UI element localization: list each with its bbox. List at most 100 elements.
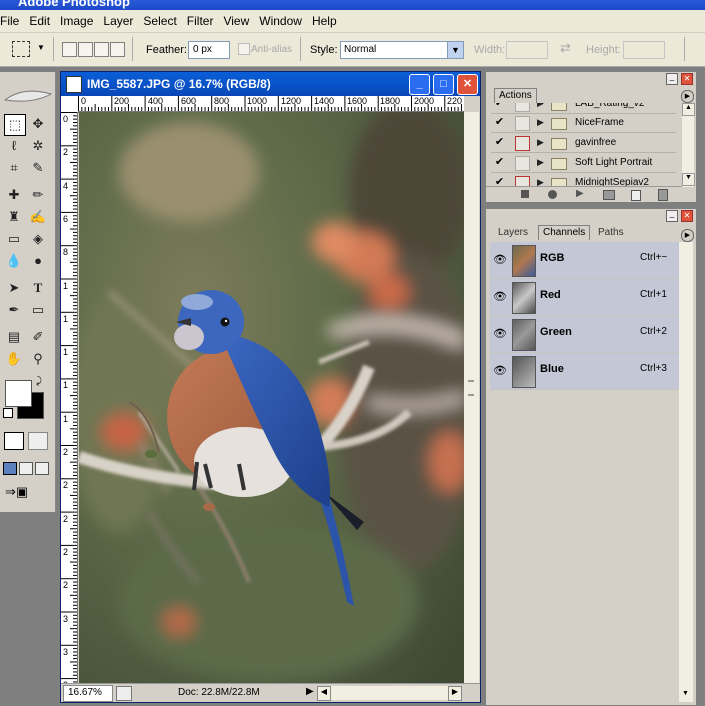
palette-close-icon[interactable]: ✕ <box>681 210 693 222</box>
clone-stamp-icon[interactable]: ♜ <box>4 207 24 227</box>
palette-minimize-icon[interactable]: _ <box>666 73 678 85</box>
action-row[interactable]: ✔ ▶ MidnightSepiav2 <box>491 173 676 187</box>
tab-actions[interactable]: Actions <box>494 88 537 103</box>
blur-tool-icon[interactable]: 💧 <box>4 251 24 271</box>
move-tool-icon[interactable]: ✥ <box>28 114 48 134</box>
status-arrow-icon[interactable]: ▶ <box>306 686 314 697</box>
marquee-tool-icon[interactable]: ⬚ <box>4 114 26 136</box>
menu-view[interactable]: View <box>218 10 254 32</box>
image-canvas[interactable] <box>79 112 464 683</box>
expand-triangle-icon[interactable]: ▶ <box>537 103 544 113</box>
dialog-toggle-icon[interactable] <box>515 136 530 151</box>
feather-logo-icon[interactable] <box>3 82 53 110</box>
scroll-right-icon[interactable]: ▶ <box>448 686 462 701</box>
new-action-icon[interactable] <box>631 190 641 201</box>
notes-tool-icon[interactable]: ▤ <box>4 327 24 347</box>
menu-select[interactable]: Select <box>138 10 181 32</box>
palette-minimize-icon[interactable]: _ <box>666 210 678 222</box>
palette-menu-icon[interactable]: ▶ <box>681 229 694 242</box>
style-select[interactable]: Normal ▼ <box>340 41 464 59</box>
width-input[interactable] <box>506 41 548 59</box>
default-colors-icon[interactable] <box>3 408 13 418</box>
eye-icon[interactable]: 👁 <box>493 290 507 304</box>
document-title-bar[interactable]: IMG_5587.JPG @ 16.7% (RGB/8) _ □ ✕ <box>61 72 480 96</box>
menu-help[interactable]: Help <box>307 10 342 32</box>
eye-icon[interactable]: 👁 <box>493 364 507 378</box>
maximize-icon[interactable]: □ <box>433 74 454 95</box>
screen-mode-menu-icon[interactable] <box>19 462 33 475</box>
add-selection-icon[interactable] <box>78 42 93 57</box>
type-tool-icon[interactable]: T <box>28 278 48 298</box>
eye-icon[interactable]: 👁 <box>493 327 507 341</box>
zoom-field[interactable]: 16.67% <box>63 685 113 702</box>
tab-channels[interactable]: Channels <box>538 225 591 240</box>
shape-tool-icon[interactable]: ▭ <box>28 300 48 320</box>
pen-tool-icon[interactable]: ✒ <box>4 300 24 320</box>
dialog-toggle-icon[interactable] <box>515 156 530 171</box>
zoom-tool-icon[interactable]: ⚲ <box>28 349 48 369</box>
scroll-down-icon[interactable]: ▼ <box>680 690 691 700</box>
subtract-selection-icon[interactable] <box>94 42 109 57</box>
feather-input[interactable]: 0 px <box>188 41 230 59</box>
channels-scrollbar[interactable]: ▼ <box>679 242 693 702</box>
eraser-tool-icon[interactable]: ▭ <box>4 229 24 249</box>
close-icon[interactable]: ✕ <box>457 74 478 95</box>
scroll-up-icon[interactable]: ▲ <box>682 103 695 116</box>
path-select-icon[interactable]: ➤ <box>4 278 24 298</box>
screen-mode-full-icon[interactable] <box>35 462 49 475</box>
foreground-color-swatch[interactable] <box>5 380 32 407</box>
channel-row-red[interactable]: 👁 Red Ctrl+1 <box>490 279 680 316</box>
minimize-icon[interactable]: _ <box>409 74 430 95</box>
new-set-icon[interactable] <box>603 190 615 200</box>
swap-colors-icon[interactable]: ⤸ <box>36 376 42 387</box>
magic-wand-icon[interactable]: ✲ <box>28 136 48 156</box>
vertical-scrollbar[interactable] <box>464 112 479 686</box>
paint-bucket-icon[interactable]: ◈ <box>28 229 48 249</box>
palette-close-icon[interactable]: ✕ <box>681 73 693 85</box>
healing-brush-icon[interactable]: ✚ <box>4 185 24 205</box>
menu-file[interactable]: File <box>0 10 24 32</box>
record-icon[interactable] <box>548 190 557 199</box>
check-icon[interactable]: ✔ <box>493 103 506 110</box>
channel-row-rgb[interactable]: 👁 RGB Ctrl+~ <box>490 242 680 279</box>
history-brush-icon[interactable]: ✍ <box>28 207 48 227</box>
status-menu-icon[interactable] <box>116 686 132 701</box>
menu-layer[interactable]: Layer <box>98 10 138 32</box>
horizontal-scrollbar[interactable]: ◀ ▶ <box>317 686 462 701</box>
horizontal-ruler[interactable]: 0 200 400 600 800 1000 1200 1400 1600 18… <box>78 96 464 112</box>
scroll-down-icon[interactable]: ▼ <box>682 173 695 186</box>
dialog-toggle-icon[interactable] <box>515 116 530 131</box>
menu-filter[interactable]: Filter <box>182 10 219 32</box>
channel-row-green[interactable]: 👁 Green Ctrl+2 <box>490 316 680 353</box>
stop-icon[interactable] <box>521 190 529 198</box>
channel-row-blue[interactable]: 👁 Blue Ctrl+3 <box>490 353 680 390</box>
check-icon[interactable]: ✔ <box>493 136 506 149</box>
tab-layers[interactable]: Layers <box>494 226 532 240</box>
quick-mask-icon[interactable] <box>28 432 48 450</box>
menu-edit[interactable]: Edit <box>24 10 55 32</box>
play-icon[interactable]: ▶ <box>576 188 584 199</box>
slice-tool-icon[interactable]: ✎ <box>28 158 48 178</box>
check-icon[interactable]: ✔ <box>493 116 506 129</box>
screen-mode-standard-icon[interactable] <box>3 462 17 475</box>
dialog-toggle-icon[interactable] <box>515 103 530 112</box>
brush-tool-icon[interactable]: ✏ <box>28 185 48 205</box>
imageready-jump-icon[interactable]: ⇒▣ <box>5 484 45 502</box>
delete-icon[interactable] <box>658 189 668 201</box>
lasso-tool-icon[interactable]: ℓ <box>4 136 24 156</box>
dodge-tool-icon[interactable]: ● <box>28 251 48 271</box>
eyedropper-icon[interactable]: ✐ <box>28 327 48 347</box>
expand-triangle-icon[interactable]: ▶ <box>537 173 544 187</box>
intersect-selection-icon[interactable] <box>110 42 125 57</box>
scroll-grip-icon[interactable] <box>468 380 474 396</box>
action-row[interactable]: ✔ ▶ NiceFrame <box>491 113 676 133</box>
height-input[interactable] <box>623 41 665 59</box>
expand-triangle-icon[interactable]: ▶ <box>537 153 544 172</box>
action-row[interactable]: ✔ ▶ Soft Light Portrait <box>491 153 676 173</box>
expand-triangle-icon[interactable]: ▶ <box>537 113 544 132</box>
vertical-ruler[interactable]: 024681111122222333 <box>61 112 78 686</box>
expand-triangle-icon[interactable]: ▶ <box>537 133 544 152</box>
swap-icon[interactable]: ⇄ <box>560 40 571 56</box>
hand-tool-icon[interactable]: ✋ <box>4 349 24 369</box>
standard-mode-icon[interactable] <box>4 432 24 450</box>
